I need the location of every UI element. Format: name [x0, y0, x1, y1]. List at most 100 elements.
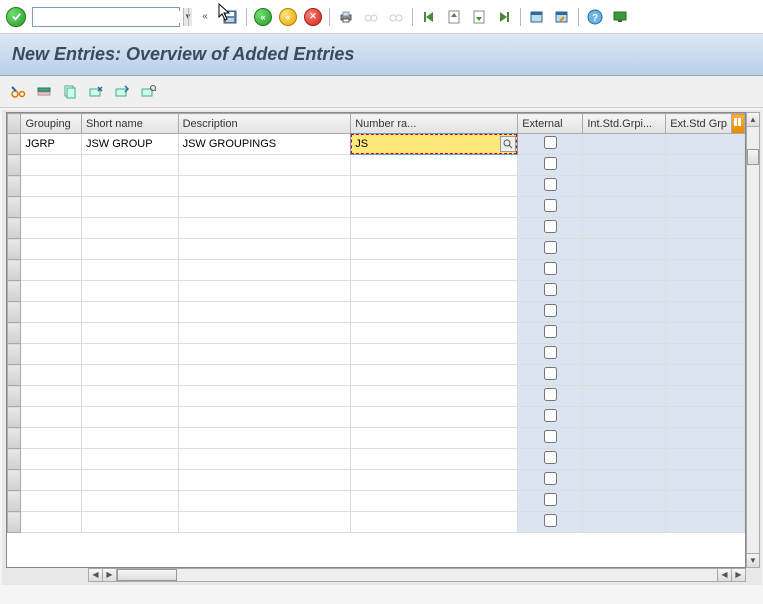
cell-grouping[interactable]: [21, 407, 81, 428]
scroll-left-button[interactable]: ◀: [89, 569, 103, 581]
cell-int-std[interactable]: [583, 281, 666, 302]
row-selector[interactable]: [8, 512, 21, 533]
row-selector[interactable]: [8, 218, 21, 239]
cell-number-range[interactable]: [351, 323, 518, 344]
cell-short-name[interactable]: [81, 407, 178, 428]
command-field[interactable]: ▼: [32, 7, 180, 27]
cell-short-name[interactable]: [81, 512, 178, 533]
cell-description[interactable]: [178, 302, 351, 323]
row-selector[interactable]: [8, 470, 21, 491]
external-checkbox[interactable]: [544, 430, 557, 443]
scroll-thumb[interactable]: [747, 149, 759, 165]
cell-int-std[interactable]: [583, 470, 666, 491]
cell-external[interactable]: [518, 449, 583, 470]
cell-external[interactable]: [518, 281, 583, 302]
number-range-input[interactable]: [352, 138, 500, 150]
scroll-down-button[interactable]: ▼: [747, 553, 759, 567]
cell-description[interactable]: [178, 428, 351, 449]
back-button[interactable]: «: [252, 6, 274, 28]
cell-grouping[interactable]: [21, 218, 81, 239]
cell-number-range[interactable]: [351, 281, 518, 302]
exit-button[interactable]: «: [277, 6, 299, 28]
enter-button[interactable]: [6, 7, 26, 27]
cell-external[interactable]: [518, 470, 583, 491]
row-selector[interactable]: [8, 260, 21, 281]
row-selector[interactable]: [8, 449, 21, 470]
cell-int-std[interactable]: [583, 491, 666, 512]
row-selector[interactable]: [8, 386, 21, 407]
cell-short-name[interactable]: JSW GROUP: [81, 134, 178, 155]
cell-description[interactable]: [178, 491, 351, 512]
cell-number-range[interactable]: [351, 386, 518, 407]
save-button[interactable]: [219, 6, 241, 28]
external-checkbox[interactable]: [544, 136, 557, 149]
row-selector[interactable]: [8, 197, 21, 218]
external-checkbox[interactable]: [544, 388, 557, 401]
row-selector[interactable]: [8, 491, 21, 512]
next-page-button[interactable]: [468, 6, 490, 28]
cell-number-range[interactable]: [351, 176, 518, 197]
row-selector[interactable]: [8, 365, 21, 386]
cell-grouping[interactable]: [21, 323, 81, 344]
cell-grouping[interactable]: JGRP: [21, 134, 81, 155]
cell-description[interactable]: [178, 449, 351, 470]
external-checkbox[interactable]: [544, 514, 557, 527]
cell-ext-std[interactable]: [666, 449, 745, 470]
cell-short-name[interactable]: [81, 281, 178, 302]
cell-external[interactable]: [518, 302, 583, 323]
cell-int-std[interactable]: [583, 218, 666, 239]
cell-number-range[interactable]: [351, 302, 518, 323]
cell-int-std[interactable]: [583, 155, 666, 176]
cell-int-std[interactable]: [583, 323, 666, 344]
cell-ext-std[interactable]: [666, 365, 745, 386]
cell-external[interactable]: [518, 428, 583, 449]
shortcut-button[interactable]: [551, 6, 573, 28]
cell-grouping[interactable]: [21, 239, 81, 260]
cell-int-std[interactable]: [583, 407, 666, 428]
layout-button[interactable]: [609, 6, 631, 28]
cell-ext-std[interactable]: [666, 155, 745, 176]
help-button[interactable]: ?: [584, 6, 606, 28]
col-number-range[interactable]: Number ra...: [351, 114, 518, 134]
cell-external[interactable]: [518, 239, 583, 260]
cell-number-range[interactable]: [351, 197, 518, 218]
cell-number-range[interactable]: [351, 239, 518, 260]
external-checkbox[interactable]: [544, 346, 557, 359]
print-button[interactable]: [335, 6, 357, 28]
first-page-button[interactable]: [418, 6, 440, 28]
cell-int-std[interactable]: [583, 176, 666, 197]
cell-number-range[interactable]: [351, 449, 518, 470]
f4-help-button[interactable]: [500, 136, 516, 152]
cell-number-range[interactable]: [351, 470, 518, 491]
scroll-track[interactable]: [747, 127, 759, 553]
cell-int-std[interactable]: [583, 386, 666, 407]
cell-external[interactable]: [518, 260, 583, 281]
cell-number-range[interactable]: [351, 218, 518, 239]
cell-int-std[interactable]: [583, 344, 666, 365]
cell-short-name[interactable]: [81, 260, 178, 281]
command-input[interactable]: [33, 11, 183, 23]
cell-int-std[interactable]: [583, 302, 666, 323]
cell-ext-std[interactable]: [666, 281, 745, 302]
print-list-button[interactable]: [138, 82, 158, 102]
cell-number-range[interactable]: [351, 134, 518, 155]
cell-short-name[interactable]: [81, 491, 178, 512]
cell-number-range[interactable]: [351, 491, 518, 512]
external-checkbox[interactable]: [544, 199, 557, 212]
cell-description[interactable]: JSW GROUPINGS: [178, 134, 351, 155]
cell-int-std[interactable]: [583, 512, 666, 533]
col-description[interactable]: Description: [178, 114, 351, 134]
cell-ext-std[interactable]: [666, 512, 745, 533]
cell-ext-std[interactable]: [666, 407, 745, 428]
cell-external[interactable]: [518, 323, 583, 344]
find-next-button[interactable]: [385, 6, 407, 28]
scroll-up-button[interactable]: ▲: [747, 113, 759, 127]
cell-external[interactable]: [518, 365, 583, 386]
toggle-display-button[interactable]: [8, 82, 28, 102]
new-entries-button[interactable]: [34, 82, 54, 102]
external-checkbox[interactable]: [544, 283, 557, 296]
cell-ext-std[interactable]: [666, 428, 745, 449]
cell-ext-std[interactable]: [666, 134, 745, 155]
cell-grouping[interactable]: [21, 176, 81, 197]
cell-short-name[interactable]: [81, 428, 178, 449]
